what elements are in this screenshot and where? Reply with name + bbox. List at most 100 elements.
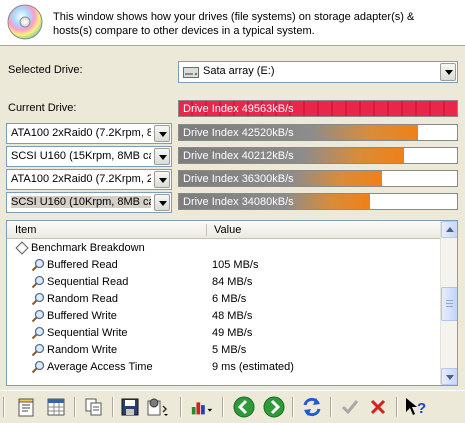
refresh-icon <box>303 397 321 417</box>
spreadsheet-icon <box>47 398 65 416</box>
compare-index-label: Drive Index 40212kB/s <box>183 150 294 162</box>
magnifier-icon <box>31 343 45 357</box>
back-icon <box>233 396 255 418</box>
list-item-value: 105 MB/s <box>212 259 259 271</box>
list-item-value: 6 MB/s <box>212 293 247 305</box>
toolbar-separator <box>396 397 398 417</box>
chart-button[interactable] <box>190 395 214 419</box>
cancel-button[interactable] <box>366 395 390 419</box>
toolbar-separator <box>74 397 76 417</box>
checkmark-icon <box>341 400 359 415</box>
chart-icon <box>191 402 213 415</box>
toolbar-separator <box>112 397 114 417</box>
header-description: This window shows how your drives (file … <box>53 11 415 37</box>
list-item-name: Sequential Write <box>47 327 128 339</box>
compare-drive-dropdown-4[interactable]: SCSI U160 (10Krpm, 8MB cac <box>6 192 172 213</box>
disc-icon <box>7 4 43 40</box>
header-panel: This window shows how your drives (file … <box>0 0 465 46</box>
list-item[interactable]: Random Read 6 MB/s <box>7 291 441 308</box>
list-group-label: Benchmark Breakdown <box>31 242 145 254</box>
help-button[interactable]: ? <box>404 395 428 419</box>
help-icon: ? <box>406 398 426 417</box>
compare-drive-dropdown-3[interactable]: ATA100 2xRaid0 (7.2Krpm, 2 <box>6 169 172 190</box>
column-header-item[interactable]: Item <box>15 224 36 236</box>
magnifier-icon <box>31 309 45 323</box>
column-header-value[interactable]: Value <box>214 224 241 236</box>
svg-text:?: ? <box>417 400 426 417</box>
list-item-name: Buffered Write <box>47 310 117 322</box>
vertical-scrollbar[interactable] <box>440 221 457 385</box>
compare-drive-value: ATA100 2xRaid0 (7.2Krpm, 8 <box>11 127 151 139</box>
chevron-down-icon[interactable] <box>154 171 170 188</box>
copy-icon <box>85 398 102 416</box>
current-drive-index-label: Drive Index 49563kB/s <box>183 103 294 115</box>
compare-drive-value: SCSI U160 (15Krpm, 8MB cac <box>11 150 151 162</box>
list-item-value: 49 MB/s <box>212 327 253 339</box>
selected-drive-value: Sata array (E:) <box>203 65 275 77</box>
compare-index-bar-4: Drive Index 34080kB/s <box>178 193 458 210</box>
compare-index-bar-2: Drive Index 40212kB/s <box>178 147 458 164</box>
compare-index-label: Drive Index 36300kB/s <box>183 173 294 185</box>
benchmark-list[interactable]: Item Value Benchmark Breakdown Buffered … <box>6 220 458 386</box>
report-button[interactable] <box>14 395 38 419</box>
column-divider[interactable] <box>206 224 207 236</box>
scroll-up-button[interactable] <box>441 221 457 238</box>
options-icon <box>147 398 168 416</box>
report-icon <box>18 398 34 417</box>
selected-drive-dropdown[interactable]: Sata array (E:) <box>178 61 458 83</box>
spreadsheet-button[interactable] <box>44 395 68 419</box>
compare-drive-dropdown-1[interactable]: ATA100 2xRaid0 (7.2Krpm, 8 <box>6 123 172 144</box>
save-button[interactable] <box>118 395 142 419</box>
chevron-down-icon[interactable] <box>154 125 170 142</box>
options-button[interactable] <box>146 395 170 419</box>
toolbar-separator <box>222 397 224 417</box>
list-item-name: Random Write <box>47 344 118 356</box>
toolbar-separator <box>292 397 294 417</box>
close-icon <box>370 399 386 415</box>
forward-button[interactable] <box>262 395 286 419</box>
list-item-value: 84 MB/s <box>212 276 253 288</box>
chevron-down-icon[interactable] <box>154 148 170 165</box>
list-item-name: Average Access Time <box>47 361 153 373</box>
compare-drive-value: ATA100 2xRaid0 (7.2Krpm, 2 <box>11 173 151 185</box>
list-item-name: Buffered Read <box>47 259 118 271</box>
selected-drive-label: Selected Drive: <box>8 64 83 76</box>
magnifier-icon <box>31 326 45 340</box>
current-drive-label: Current Drive: <box>8 102 77 114</box>
toolbar-separator <box>330 397 332 417</box>
list-group-row[interactable]: Benchmark Breakdown <box>7 240 441 257</box>
toolbar-separator <box>3 397 5 417</box>
list-item[interactable]: Average Access Time 9 ms (estimated) <box>7 359 441 376</box>
list-item[interactable]: Random Write 5 MB/s <box>7 342 441 359</box>
compare-drive-value: SCSI U160 (10Krpm, 8MB cac <box>11 196 151 208</box>
list-item-value: 5 MB/s <box>212 344 247 356</box>
scroll-down-button[interactable] <box>441 368 457 385</box>
list-item[interactable]: Buffered Read 105 MB/s <box>7 257 441 274</box>
list-item-name: Random Read <box>47 293 118 305</box>
forward-icon <box>263 396 285 418</box>
refresh-button[interactable] <box>300 395 324 419</box>
scroll-thumb[interactable] <box>441 287 457 321</box>
chevron-down-icon[interactable] <box>440 63 456 81</box>
magnifier-icon <box>31 360 45 374</box>
compare-index-bar-1: Drive Index 42520kB/s <box>178 124 458 141</box>
ok-button[interactable] <box>338 395 362 419</box>
list-item-value: 9 ms (estimated) <box>212 361 294 373</box>
magnifier-icon <box>31 275 45 289</box>
chevron-down-icon[interactable] <box>154 194 170 211</box>
list-item-value: 48 MB/s <box>212 310 253 322</box>
compare-index-label: Drive Index 34080kB/s <box>183 196 294 208</box>
drive-icon <box>183 67 199 78</box>
save-icon <box>121 398 139 416</box>
compare-drive-dropdown-2[interactable]: SCSI U160 (15Krpm, 8MB cac <box>6 146 172 167</box>
list-item-name: Sequential Read <box>47 276 129 288</box>
compare-index-label: Drive Index 42520kB/s <box>183 127 294 139</box>
diamond-icon <box>15 241 29 255</box>
back-button[interactable] <box>232 395 256 419</box>
copy-button[interactable] <box>82 395 106 419</box>
magnifier-icon <box>31 292 45 306</box>
toolbar-separator <box>180 397 182 417</box>
list-item[interactable]: Sequential Read 84 MB/s <box>7 274 441 291</box>
list-item[interactable]: Buffered Write 48 MB/s <box>7 308 441 325</box>
list-item[interactable]: Sequential Write 49 MB/s <box>7 325 441 342</box>
